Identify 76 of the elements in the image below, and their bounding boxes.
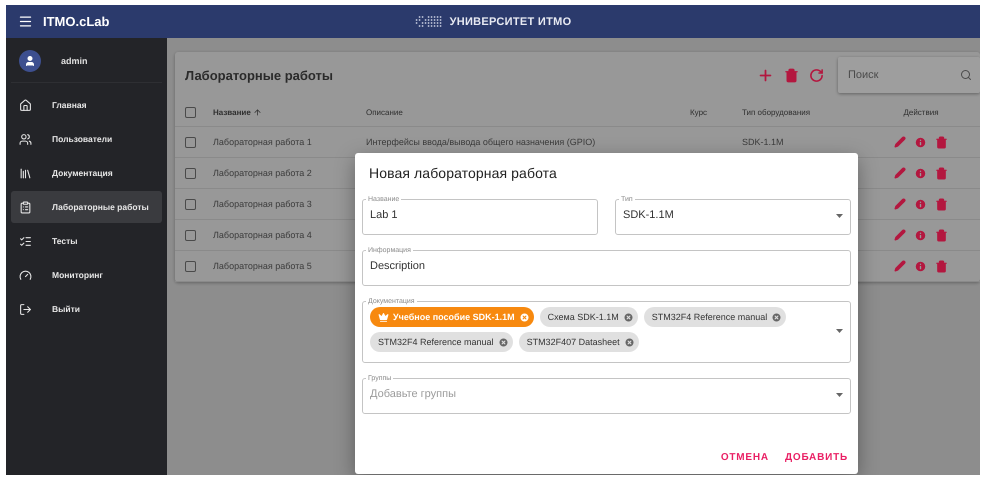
user-name: admin [61,56,88,66]
logout-icon [19,302,32,316]
checklist-icon [19,234,32,248]
delete-button[interactable] [935,260,948,272]
table-cell-text: Лабораторная работа 2 [213,168,313,178]
text-input[interactable]: Description [370,254,843,279]
menu-icon[interactable] [18,14,33,29]
table-cell-text: SDK-1.1M [742,137,785,147]
text-input[interactable]: Lab 1 [370,203,590,228]
row-checkbox[interactable] [185,198,196,210]
users-icon [19,132,32,146]
table-cell-text: Лабораторная работа 5 [213,261,313,271]
info-button[interactable] [914,198,927,210]
dropdown-caret-icon [836,214,843,218]
sidebar-item[interactable]: Тесты [11,225,162,257]
info-button[interactable] [914,260,927,272]
row-checkbox[interactable] [185,168,196,178]
gauge-icon [19,268,32,282]
table-cell-text: Лабораторная работа 3 [213,199,313,209]
edit-button[interactable] [894,260,906,272]
table-cell-text: Интерфейсы ввода/вывода общего назначения (GPIO) [366,137,596,147]
document-chip[interactable]: Схема SDK-1.1M [540,307,638,327]
home-icon [19,98,32,112]
books-icon [19,166,32,180]
delete-button[interactable] [935,166,948,180]
delete-button[interactable] [784,68,799,82]
dropdown-caret-icon [836,392,843,396]
cancel-button[interactable]: ОТМЕНА [720,452,769,463]
select-input[interactable]: Добавьте группы [370,382,830,407]
row-checkbox[interactable] [185,230,196,240]
select-input[interactable]: SDK-1.1M [623,203,830,228]
search-icon [960,69,972,81]
info-button[interactable] [914,166,927,180]
delete-button[interactable] [935,198,948,210]
sidebar-item[interactable]: Пользователи [11,123,162,155]
app-title: ITMO.cLab [43,14,110,29]
row-checkbox[interactable] [185,136,196,148]
column-header[interactable]: Название [213,108,366,116]
clipboard-icon [19,200,32,214]
avatar [19,50,41,72]
edit-button[interactable] [894,198,906,210]
table-cell-text: Лабораторная работа 4 [213,230,313,240]
document-chip[interactable]: STM32F407 Datasheet [518,332,639,352]
info-button[interactable] [914,136,927,148]
add-button[interactable]: ДОБАВИТЬ [784,452,848,463]
edit-button[interactable] [894,166,906,180]
document-chip[interactable]: STM32F4 Reference manual [370,332,513,352]
column-header[interactable]: Действия [862,108,980,116]
column-header[interactable]: Описание [366,108,690,116]
row-checkbox[interactable] [185,260,196,272]
brand-name: УНИВЕРСИТЕТ ИТМО [450,16,572,28]
delete-button[interactable] [935,228,948,242]
column-header[interactable]: Курс [690,108,742,116]
crown-icon [378,312,389,322]
logo-icon [414,15,444,28]
delete-button[interactable] [935,136,948,148]
dropdown-caret-icon [836,328,843,332]
sidebar-item[interactable]: Мониторинг [11,259,162,291]
search-input[interactable]: Поиск [846,68,960,82]
table-cell-text: Лабораторная работа 1 [213,137,313,147]
column-header[interactable]: Тип оборудования [742,108,862,116]
document-chip[interactable]: STM32F4 Reference manual [644,307,786,327]
sidebar-item[interactable]: Выйти [11,293,162,325]
page-title: Лабораторные работы [185,68,334,82]
select-all-checkbox[interactable] [185,106,196,118]
edit-button[interactable] [894,136,906,148]
add-button[interactable] [757,66,774,84]
sidebar-item[interactable]: Лабораторные работы [11,191,162,223]
edit-button[interactable] [894,228,906,242]
sidebar-item[interactable]: Главная [11,89,162,121]
refresh-button[interactable] [809,68,824,82]
info-button[interactable] [914,228,927,242]
sidebar-item[interactable]: Документация [11,157,162,189]
search-field[interactable]: Поиск [838,57,980,93]
remove-icon[interactable] [518,312,530,322]
dialog-title: Новая лабораторная работа [369,165,558,181]
